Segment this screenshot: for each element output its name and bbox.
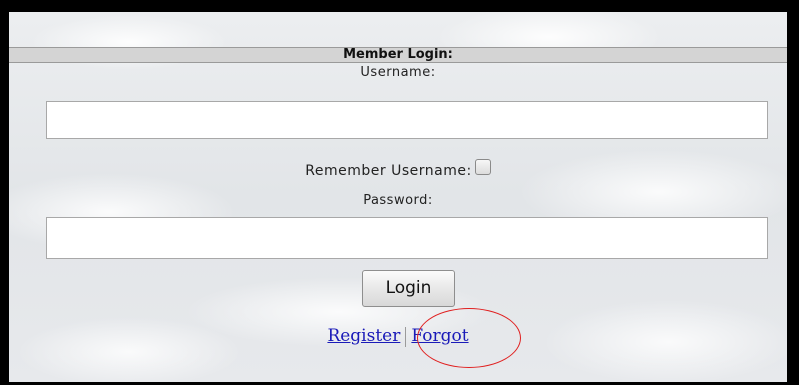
remember-username-checkbox[interactable] [474,159,491,175]
login-button[interactable]: Login [362,270,455,307]
login-panel: Member Login: Username: Remember Usernam… [0,0,799,385]
remember-username-label: Remember Username: [305,163,472,179]
remember-username-row: Remember Username: [9,159,787,179]
account-links: Register Forgot [9,326,787,347]
password-input[interactable] [46,217,768,259]
member-login-header: Member Login: [9,47,787,63]
username-input[interactable] [46,101,768,139]
link-separator [405,326,407,347]
password-label: Password: [363,193,433,208]
username-label: Username: [360,65,436,80]
register-link[interactable]: Register [327,326,400,346]
forgot-link[interactable]: Forgot [411,326,468,346]
